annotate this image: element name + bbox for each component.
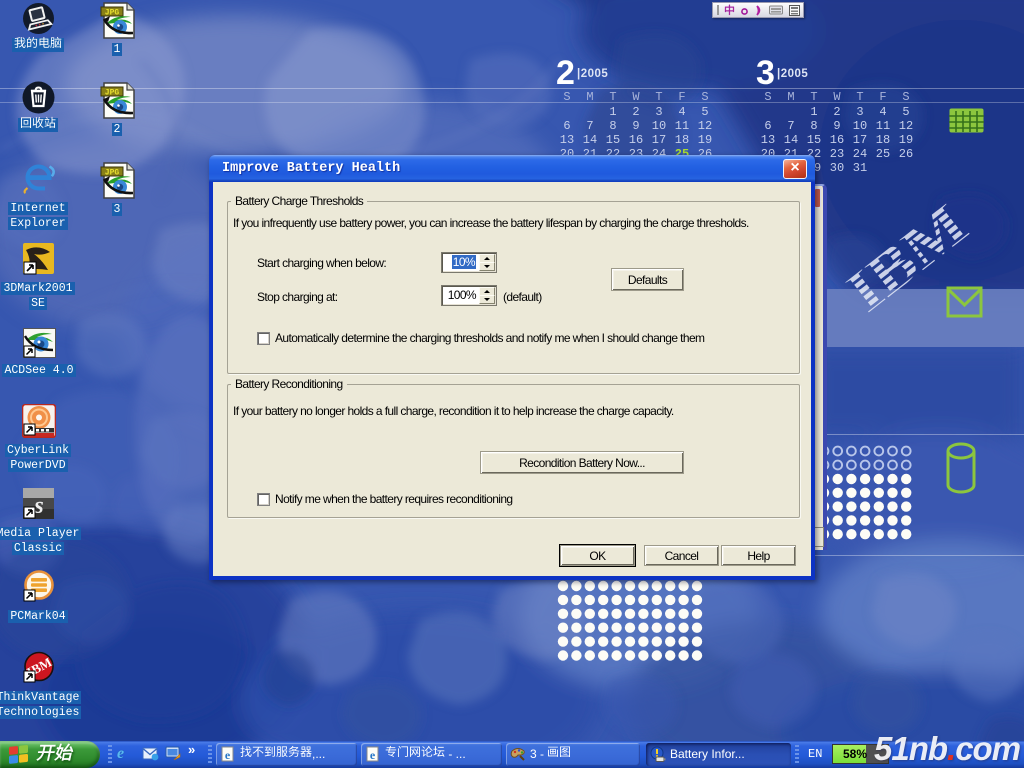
svg-text:e: e	[225, 748, 231, 762]
svg-text:JPG: JPG	[105, 9, 120, 18]
svg-text:e: e	[370, 748, 376, 762]
svg-text:JPG: JPG	[105, 89, 120, 98]
svg-text:JPG: JPG	[105, 169, 120, 178]
